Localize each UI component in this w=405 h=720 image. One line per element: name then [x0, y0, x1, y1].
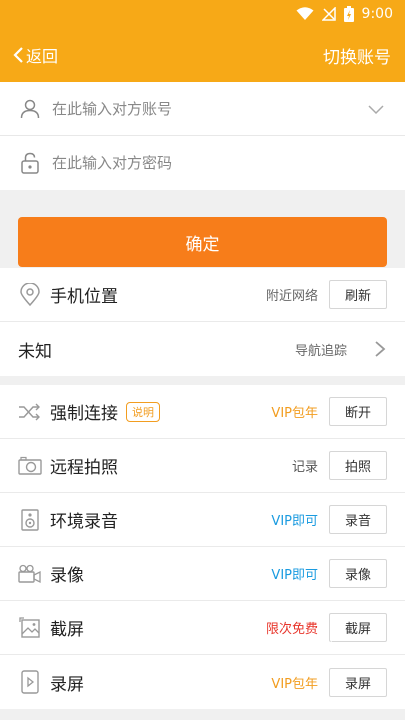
record-audio-button[interactable]: 录音 — [329, 505, 387, 534]
feature-status: VIP包年 — [271, 676, 318, 692]
watermark: 大侠下载站 — [262, 635, 337, 651]
record-video-button[interactable]: 录像 — [329, 559, 387, 588]
clock: 9:00 — [361, 6, 393, 22]
refresh-button[interactable]: 刷新 — [329, 280, 387, 309]
image-icon — [18, 616, 42, 640]
feature-row-screenshot: 截屏 限次免费 截屏 — [0, 601, 405, 655]
video-icon — [18, 562, 42, 586]
account-input[interactable] — [52, 99, 387, 118]
feature-title: 截屏 — [50, 620, 84, 640]
wifi-icon — [296, 7, 314, 20]
feature-status: VIP包年 — [271, 406, 318, 421]
back-button[interactable]: 返回 — [12, 43, 58, 67]
feature-title: 录像 — [50, 566, 84, 586]
camera-icon — [18, 454, 42, 478]
confirm-button[interactable]: 确定 — [18, 217, 387, 267]
feature-row-remote-photo: 远程拍照 记录 拍照 — [0, 439, 405, 493]
battery-charging-icon — [343, 6, 354, 22]
feature-status: VIP即可 — [271, 514, 318, 529]
network-label: 附近网络 — [265, 289, 318, 304]
location-section: 手机位置 附近网络 刷新 未知 导航追踪 — [0, 268, 405, 376]
screen-record-button[interactable]: 录屏 — [329, 667, 387, 697]
location-row: 手机位置 附近网络 刷新 — [0, 268, 405, 322]
explain-badge[interactable]: 说明 — [126, 401, 160, 422]
password-row — [0, 136, 405, 190]
account-row — [0, 82, 405, 136]
login-form — [0, 82, 405, 190]
features-section: 强制连接 说明 VIP包年 断开 远程拍照 记录 拍照 环境录音 VIP即可 录… — [0, 385, 405, 709]
switch-account-button[interactable]: 切换账号 — [323, 43, 391, 68]
feature-status: VIP即可 — [271, 568, 318, 583]
take-photo-button[interactable]: 拍照 — [329, 451, 387, 480]
location-title: 手机位置 — [50, 287, 118, 307]
feature-title: 环境录音 — [50, 512, 118, 532]
header: 返回 切换账号 — [0, 28, 405, 82]
chevron-right-icon — [375, 341, 386, 357]
shuffle-icon — [18, 400, 42, 424]
password-input[interactable] — [52, 154, 387, 172]
feature-title: 远程拍照 — [50, 458, 118, 478]
photo-records-link[interactable]: 记录 — [292, 456, 318, 475]
screenshot-button[interactable]: 截屏 — [329, 613, 387, 642]
user-icon — [20, 99, 40, 118]
disconnect-button[interactable]: 断开 — [329, 397, 387, 426]
speaker-icon — [18, 508, 42, 532]
status-bar: 9:00 — [0, 0, 405, 28]
back-label: 返回 — [26, 47, 59, 66]
chevron-left-icon — [13, 47, 23, 63]
screen-record-icon — [18, 670, 42, 694]
no-signal-icon — [321, 7, 336, 21]
feature-title: 录屏 — [50, 674, 84, 695]
feature-row-force-connect: 强制连接 说明 VIP包年 断开 — [0, 385, 405, 439]
lock-icon — [21, 152, 39, 174]
location-pin-icon — [18, 282, 42, 307]
address-row[interactable]: 未知 导航追踪 — [0, 322, 405, 376]
feature-row-video: 录像 VIP即可 录像 — [0, 547, 405, 601]
address-value: 未知 — [18, 341, 52, 362]
chevron-down-icon[interactable] — [367, 100, 385, 118]
feature-row-screen-record: 录屏 VIP包年 录屏 — [0, 655, 405, 709]
feature-title: 强制连接 — [50, 404, 118, 424]
navigate-label: 导航追踪 — [294, 343, 347, 359]
feature-row-ambient-audio: 环境录音 VIP即可 录音 — [0, 493, 405, 547]
